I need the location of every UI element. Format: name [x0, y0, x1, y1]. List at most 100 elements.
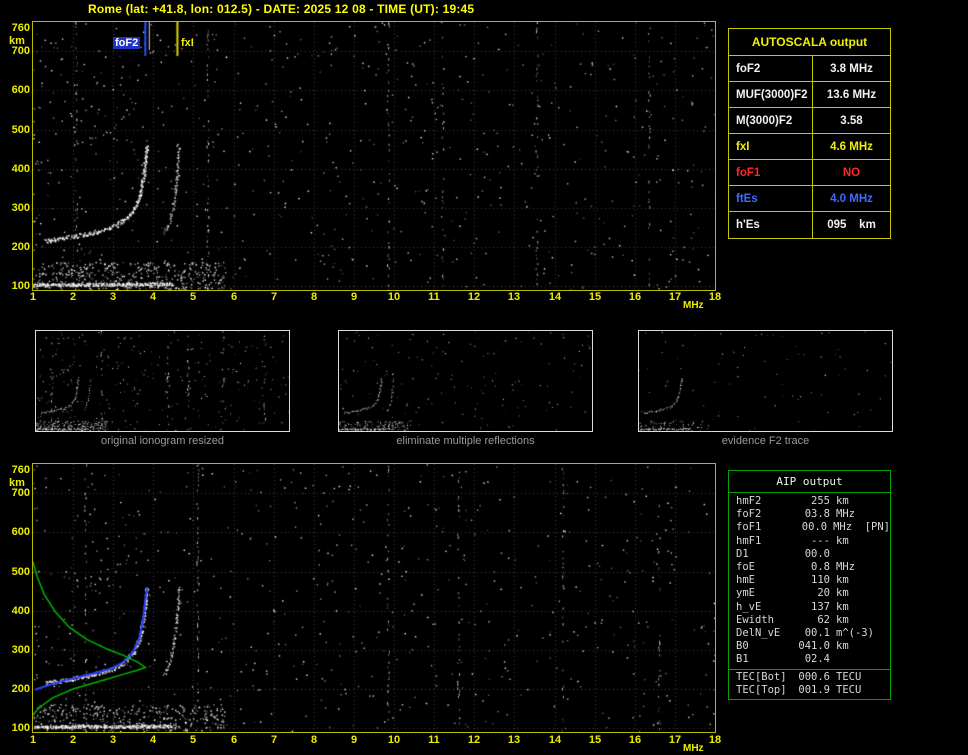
- x-tick-label: 16: [628, 291, 642, 303]
- aip-param-unit: TECU: [836, 670, 862, 683]
- aip-param-label: D1: [736, 547, 749, 560]
- autoscala-param-label: MUF(3000)F2: [736, 88, 808, 101]
- y-axis-unit: km: [9, 35, 25, 47]
- aip-output-table: AIP output hmF2 255 km foF2 03.8 MHz foF1 00.0 M…: [728, 470, 891, 701]
- autoscala-param-value: 3.8 MHz: [812, 56, 890, 81]
- aip-row-hmF1: hmF1 --- km: [729, 535, 890, 548]
- thumbnail-canvas-original: [36, 331, 289, 431]
- x-tick-label: 13: [507, 734, 521, 746]
- x-tick-label: 12: [467, 291, 481, 303]
- x-tick-label: 5: [189, 734, 197, 746]
- autoscala-row-MUF3000F2: MUF(3000)F2 13.6 MHz: [729, 82, 890, 108]
- aip-param-unit: [830, 653, 890, 666]
- aip-row-B0: B0 041.0 km: [729, 640, 890, 653]
- aip-param-unit: km: [836, 640, 849, 653]
- aip-param-value: 255: [811, 495, 830, 507]
- aip-param-label: foF1: [736, 521, 762, 534]
- y-tick-label: 300: [11, 202, 30, 214]
- thumbnail-multiple-reflections: [338, 330, 593, 432]
- aip-param-value: 00.1: [804, 627, 830, 640]
- aip-param-label: foE: [736, 561, 755, 574]
- aip-param-label: TEC[Bot]: [736, 670, 787, 683]
- x-tick-label: 18: [708, 734, 722, 746]
- x-tick-label: 2: [69, 291, 77, 303]
- aip-param-unit: km: [836, 613, 849, 626]
- x-tick-label: 14: [548, 291, 562, 303]
- y-tick-label: 760: [11, 22, 30, 34]
- autoscala-row-fxI: fxI 4.6 MHz: [729, 134, 890, 160]
- aip-param-label: DelN_vE: [736, 627, 781, 640]
- autoscala-output-table: AUTOSCALA output foF2 3.8 MHz MUF(3000)F2 1…: [728, 28, 891, 239]
- autoscala-param-label: h'Es: [736, 219, 760, 231]
- aip-param-label: h_vE: [736, 600, 762, 613]
- x-axis-unit: MHz: [683, 743, 704, 754]
- x-tick-label: 1: [29, 734, 37, 746]
- aip-param-unit: MHz: [836, 561, 855, 574]
- aip-param-value: 00.0: [804, 547, 830, 560]
- x-tick-label: 11: [428, 291, 440, 303]
- ionogram-canvas-top: [33, 22, 715, 290]
- aip-tec-section: TEC[Bot] 000.6 TECU TEC[Top] 001.9 TECU: [729, 668, 890, 697]
- y-tick-label: 300: [11, 644, 30, 656]
- aip-param-unit: km: [836, 587, 849, 600]
- autoscala-param-label: foF1: [736, 166, 761, 179]
- y-tick-label: 600: [11, 84, 30, 96]
- x-tick-label: 6: [230, 734, 238, 746]
- x-tick-label: 7: [270, 291, 278, 303]
- aip-row-foF2: foF2 03.8 MHz: [729, 508, 890, 521]
- autoscala-param-label: ftEs: [736, 192, 758, 205]
- aip-table-header: AIP output: [729, 471, 890, 493]
- station-date-time-header: Rome (lat: +41.8, lon: 012.5) - DATE: 20…: [88, 2, 475, 16]
- aip-param-unit: km: [836, 574, 849, 587]
- autoscala-row-hEs: h'Es 095 km: [729, 212, 890, 238]
- aip-param-value: 001.9: [798, 683, 830, 696]
- aip-param-unit: [830, 548, 890, 561]
- aip-param-value: 000.6: [798, 670, 830, 683]
- aip-row-Ewidth: Ewidth 62 km: [729, 614, 890, 627]
- x-axis-unit: MHz: [683, 300, 704, 311]
- y-tick-label: 100: [11, 722, 30, 734]
- x-tick-label: 10: [387, 291, 401, 303]
- y-tick-label: 400: [11, 605, 30, 617]
- autoscala-param-value: NO: [812, 160, 890, 185]
- aip-param-label: B0: [736, 640, 749, 653]
- y-tick-label: 700: [11, 487, 30, 499]
- aip-param-value: 02.4: [804, 653, 830, 666]
- thumbnail-canvas-reflections: [339, 331, 592, 431]
- autoscala-app-window: Rome (lat: +41.8, lon: 012.5) - DATE: 20…: [0, 0, 968, 755]
- x-tick-label: 9: [350, 291, 358, 303]
- thumbnail-caption-f2trace: evidence F2 trace: [721, 435, 810, 447]
- autoscala-param-value: 4.0 MHz: [812, 186, 890, 211]
- aip-param-unit: MHz: [836, 508, 855, 521]
- aip-param-unit: TECU: [836, 683, 862, 696]
- x-tick-label: 4: [149, 734, 157, 746]
- y-tick-label: 500: [11, 124, 30, 136]
- aip-param-label: hmF2: [736, 495, 762, 507]
- y-tick-label: 100: [11, 280, 30, 292]
- aip-param-unit: m^(-3): [836, 627, 874, 640]
- autoscala-table-rows: foF2 3.8 MHz MUF(3000)F2 13.6 MHz M(3000)F2 3…: [729, 56, 890, 238]
- aip-param-value: 137: [811, 600, 830, 613]
- x-tick-label: 3: [109, 734, 117, 746]
- y-tick-label: 200: [11, 683, 30, 695]
- thumbnail-f2-trace: [638, 330, 893, 432]
- autoscala-param-value: 4.6 MHz: [812, 134, 890, 159]
- aip-param-value: 041.0: [798, 640, 830, 653]
- aip-param-label: ymE: [736, 587, 755, 600]
- autoscala-param-value: 13.6 MHz: [812, 82, 890, 107]
- y-tick-label: 700: [11, 45, 30, 57]
- y-tick-label: 200: [11, 241, 30, 253]
- autoscala-row-ftEs: ftEs 4.0 MHz: [729, 186, 890, 212]
- aip-param-label: Ewidth: [736, 613, 774, 626]
- x-tick-label: 1: [29, 291, 37, 303]
- x-tick-label: 14: [548, 734, 562, 746]
- aip-param-unit: km: [836, 495, 849, 507]
- y-tick-label: 600: [11, 526, 30, 538]
- autoscala-row-foF1: foF1 NO: [729, 160, 890, 186]
- aip-row-DelNvE: DelN_vE 00.1 m^(-3): [729, 627, 890, 640]
- aip-row-hvE: h_vE 137 km: [729, 601, 890, 614]
- y-tick-label: 500: [11, 566, 30, 578]
- autoscala-param-label: M(3000)F2: [736, 114, 793, 127]
- ionogram-plot-top: foF2 fxI: [32, 21, 716, 291]
- x-tick-label: 16: [628, 734, 642, 746]
